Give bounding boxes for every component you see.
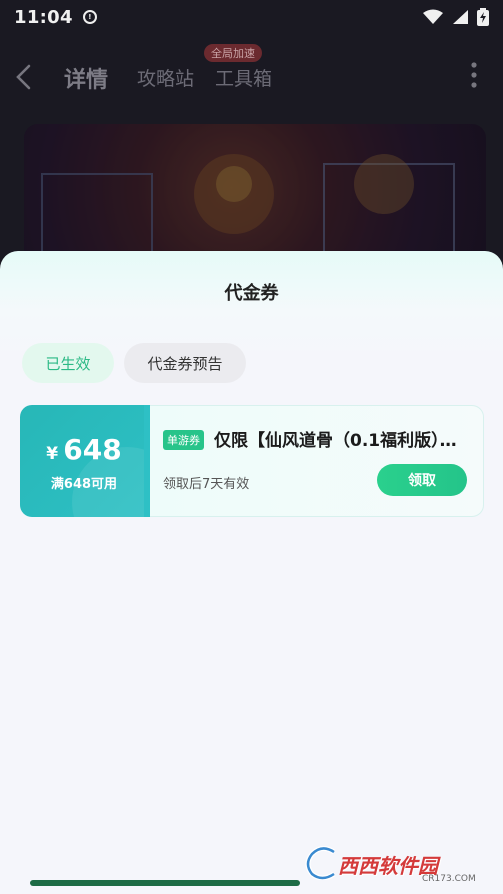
tab-details[interactable]: 详情	[64, 62, 108, 94]
coupon-title: 仅限【仙风道骨（0.1福利版）】使用	[214, 431, 466, 451]
signal-icon	[453, 10, 468, 24]
status-time: 11:04	[14, 6, 73, 28]
screen: 11:04 ! 详情 攻略站 工具箱 全局加速 代金券 已生效 代金券预告 ¥ …	[0, 0, 503, 894]
usage-condition: 满648可用	[50, 477, 118, 492]
app-header: 详情 攻略站 工具箱 全局加速	[0, 44, 503, 110]
tab-coupon-preview[interactable]: 代金券预告	[124, 343, 246, 383]
coupon-sheet: 代金券 已生效 代金券预告 ¥ 648 满648可用 单游券 仅限【仙风道骨（0…	[0, 251, 503, 894]
claim-button[interactable]: 领取	[377, 464, 467, 496]
more-vertical-icon[interactable]	[471, 62, 477, 88]
global-accel-badge: 全局加速	[204, 44, 262, 62]
tab-toolbox[interactable]: 工具箱	[215, 64, 272, 91]
watermark-logo-icon	[305, 846, 336, 880]
coupon-price: ¥ 648	[20, 433, 148, 466]
tab-active-coupons[interactable]: 已生效	[22, 343, 114, 383]
battery-icon	[477, 8, 489, 26]
bottom-action-bar-edge	[30, 880, 300, 886]
shield-icon: !	[82, 10, 97, 24]
price-currency: ¥	[46, 444, 59, 464]
tab-guide-station[interactable]: 攻略站	[137, 64, 194, 91]
site-watermark: 西西软件园 CR173.COM	[304, 846, 486, 884]
sheet-title: 代金券	[224, 283, 279, 304]
wifi-icon	[423, 9, 443, 24]
coupon-card: ¥ 648 满648可用 单游券 仅限【仙风道骨（0.1福利版）】使用 领取后7…	[20, 405, 484, 517]
watermark-sub: CR173.COM	[422, 874, 476, 884]
price-amount: 648	[63, 433, 122, 466]
status-bar: 11:04 !	[0, 0, 503, 34]
single-game-coupon-tag: 单游券	[163, 430, 204, 450]
back-arrow-icon[interactable]	[14, 64, 34, 90]
status-icons	[423, 8, 489, 26]
coupon-value-panel: ¥ 648 满648可用	[20, 405, 152, 517]
coupon-validity: 领取后7天有效	[163, 477, 250, 492]
coupon-info-panel: 单游券 仅限【仙风道骨（0.1福利版）】使用 领取后7天有效 领取	[150, 405, 484, 517]
